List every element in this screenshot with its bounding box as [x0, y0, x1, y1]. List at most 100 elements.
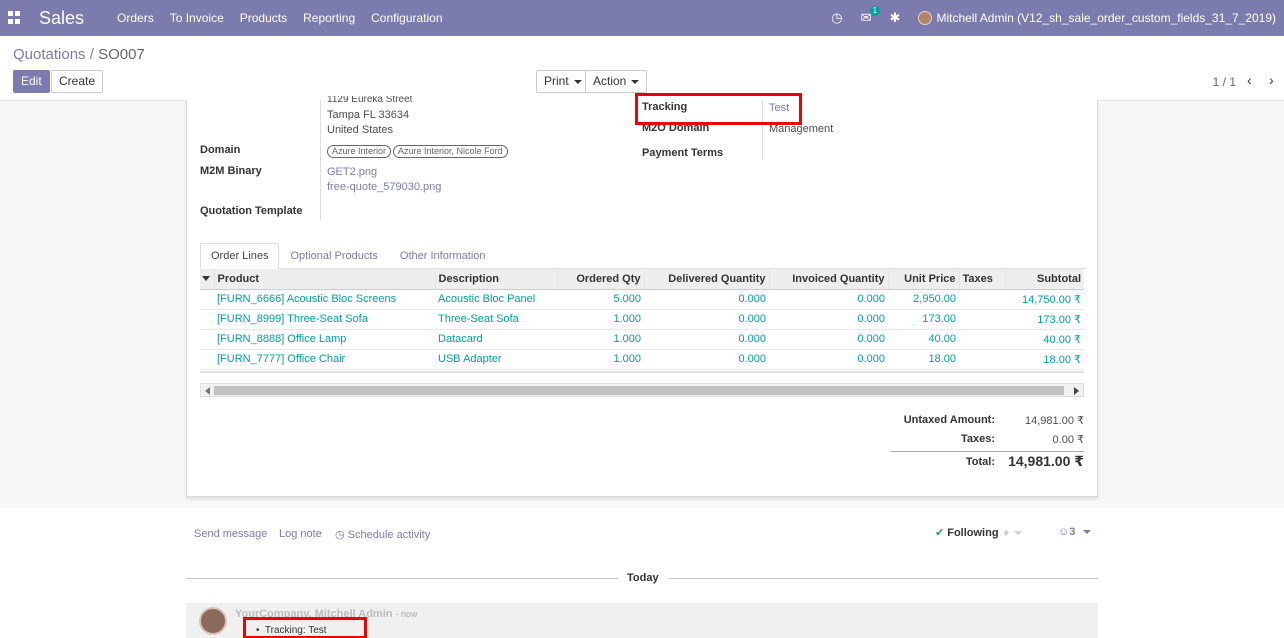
- user-menu[interactable]: Mitchell Admin (V12_sh_sale_order_custom…: [936, 11, 1276, 25]
- send-message-button[interactable]: Send message: [194, 528, 267, 540]
- handle-column-header[interactable]: [200, 269, 214, 290]
- app-title[interactable]: Sales: [39, 8, 84, 29]
- cell-delivered-qty[interactable]: 0.000: [644, 289, 769, 310]
- cell-taxes[interactable]: [959, 289, 1005, 310]
- tab-other-information[interactable]: Other Information: [389, 243, 497, 269]
- cell-invoiced-qty[interactable]: 0.000: [769, 309, 888, 330]
- schedule-activity-button[interactable]: ◷ Schedule activity: [335, 528, 430, 541]
- table-row[interactable]: [FURN_7777] Office Chair USB Adapter 1.0…: [200, 349, 1084, 370]
- address-line-country: United States: [327, 124, 394, 136]
- cell-subtotal: 173.00 ₹: [1005, 309, 1084, 330]
- menu-to-invoice[interactable]: To Invoice: [170, 11, 224, 25]
- edit-button[interactable]: Edit: [13, 70, 50, 93]
- chatter-highlight-box: [243, 617, 367, 638]
- m2m-file-link[interactable]: GET2.png: [327, 166, 377, 178]
- caret-down-icon: [631, 79, 640, 84]
- cell-product[interactable]: [FURN_8999] Three-Seat Sofa: [214, 309, 435, 330]
- table-row[interactable]: [FURN_6666] Acoustic Bloc Screens Acoust…: [200, 289, 1084, 310]
- m2m-file-link[interactable]: free-quote_579030.png: [327, 181, 441, 193]
- quotation-template-label: Quotation Template: [200, 205, 303, 217]
- cell-product[interactable]: [FURN_7777] Office Chair: [214, 349, 435, 370]
- cell-ordered-qty[interactable]: 1.000: [557, 349, 644, 370]
- cell-description[interactable]: USB Adapter: [435, 349, 557, 370]
- column-header-unit-price[interactable]: Unit Price: [887, 269, 959, 290]
- bell-icon[interactable]: ♦: [1004, 527, 1010, 539]
- cell-description[interactable]: Acoustic Bloc Panel: [435, 289, 557, 310]
- domain-tag[interactable]: Azure Interior: [327, 145, 392, 158]
- notebook-tabs: Order Lines Optional Products Other Info…: [200, 243, 497, 269]
- m2m-binary-label: M2M Binary: [200, 165, 262, 177]
- chevron-right-icon[interactable]: ›: [1269, 72, 1274, 88]
- menu-configuration[interactable]: Configuration: [371, 11, 442, 25]
- action-button[interactable]: Action: [585, 70, 648, 93]
- cell-unit-price[interactable]: 40.00: [888, 329, 959, 350]
- column-header-subtotal[interactable]: Subtotal: [1004, 269, 1084, 290]
- row-handle: [200, 289, 214, 310]
- column-header-taxes[interactable]: Taxes: [958, 269, 1005, 290]
- author-avatar[interactable]: [199, 607, 227, 635]
- cell-invoiced-qty[interactable]: 0.000: [769, 289, 888, 310]
- column-header-ordered-qty[interactable]: Ordered Qty: [556, 269, 644, 290]
- user-avatar[interactable]: [918, 11, 933, 25]
- column-header-description[interactable]: Description: [434, 269, 557, 290]
- cell-taxes[interactable]: [959, 329, 1005, 350]
- cell-invoiced-qty[interactable]: 0.000: [769, 329, 888, 350]
- clock-icon[interactable]: ◷: [831, 10, 842, 26]
- cell-ordered-qty[interactable]: 1.000: [557, 309, 644, 330]
- breadcrumb-current: SO007: [98, 46, 145, 63]
- table-row[interactable]: [FURN_8999] Three-Seat Sofa Three-Seat S…: [200, 309, 1084, 330]
- create-button[interactable]: Create: [51, 70, 104, 93]
- pager-value[interactable]: 1 / 1: [1213, 75, 1236, 89]
- followers-count: 3: [1069, 526, 1076, 538]
- check-icon: ✔: [935, 527, 945, 539]
- action-label: Action: [593, 74, 627, 88]
- cell-unit-price[interactable]: 173.00: [888, 309, 959, 330]
- following-button[interactable]: ✔ Following ♦: [935, 526, 1023, 539]
- horizontal-scrollbar[interactable]: [200, 383, 1084, 397]
- table-row[interactable]: [FURN_8888] Office Lamp Datacard 1.000 0…: [200, 329, 1084, 350]
- domain-tag[interactable]: Azure Interior, Nicole Ford: [393, 145, 508, 158]
- cell-ordered-qty[interactable]: 1.000: [557, 329, 644, 350]
- tab-optional-products[interactable]: Optional Products: [279, 243, 388, 269]
- breadcrumb-quotations[interactable]: Quotations: [13, 46, 86, 63]
- cell-delivered-qty[interactable]: 0.000: [644, 349, 769, 370]
- systray: ◷ ✉ 1 ✱ Mitchell Admin (V12_sh_sale_order…: [813, 0, 1276, 36]
- followers-button[interactable]: ☺3: [1058, 526, 1092, 538]
- cell-delivered-qty[interactable]: 0.000: [644, 309, 769, 330]
- tab-order-lines[interactable]: Order Lines: [200, 243, 280, 269]
- scrollbar-thumb[interactable]: [214, 386, 1064, 395]
- apps-menu-icon[interactable]: [8, 11, 22, 25]
- cell-unit-price[interactable]: 2,950.00: [888, 289, 959, 310]
- cell-taxes[interactable]: [959, 309, 1005, 330]
- bug-icon[interactable]: ✱: [890, 10, 901, 26]
- menu-products[interactable]: Products: [240, 11, 287, 25]
- following-label: Following: [947, 527, 999, 539]
- scroll-right-icon[interactable]: [1074, 387, 1079, 395]
- column-header-delivered-qty[interactable]: Delivered Quantity: [643, 269, 769, 290]
- column-header-product[interactable]: Product: [213, 269, 435, 290]
- chat-icon[interactable]: ✉ 1: [861, 6, 881, 26]
- cell-description[interactable]: Three-Seat Sofa: [435, 309, 557, 330]
- cell-unit-price[interactable]: 18.00: [888, 349, 959, 370]
- cell-description[interactable]: Datacard: [435, 329, 557, 350]
- caret-down-icon[interactable]: [1014, 531, 1023, 536]
- chevron-left-icon[interactable]: ‹: [1247, 72, 1252, 88]
- log-note-button[interactable]: Log note: [279, 528, 322, 540]
- cell-product[interactable]: [FURN_8888] Office Lamp: [214, 329, 435, 350]
- cell-subtotal: 14,750.00 ₹: [1005, 289, 1084, 310]
- cell-taxes[interactable]: [959, 349, 1005, 370]
- print-button[interactable]: Print: [536, 70, 590, 93]
- cell-invoiced-qty[interactable]: 0.000: [769, 349, 888, 370]
- scroll-left-icon[interactable]: [205, 387, 210, 395]
- column-header-invoiced-qty[interactable]: Invoiced Quantity: [768, 269, 888, 290]
- cell-product[interactable]: [FURN_6666] Acoustic Bloc Screens: [214, 289, 435, 310]
- address-line-street: 1129 Eureka Street: [327, 96, 413, 104]
- row-handle: [200, 349, 214, 370]
- cell-ordered-qty[interactable]: 5.000: [557, 289, 644, 310]
- row-handle: [200, 329, 214, 350]
- cell-subtotal: 18.00 ₹: [1005, 349, 1084, 370]
- menu-reporting[interactable]: Reporting: [303, 11, 355, 25]
- cell-delivered-qty[interactable]: 0.000: [644, 329, 769, 350]
- menu-orders[interactable]: Orders: [117, 11, 154, 25]
- table-header-row: Product Description Ordered Qty Delivere…: [200, 269, 1084, 290]
